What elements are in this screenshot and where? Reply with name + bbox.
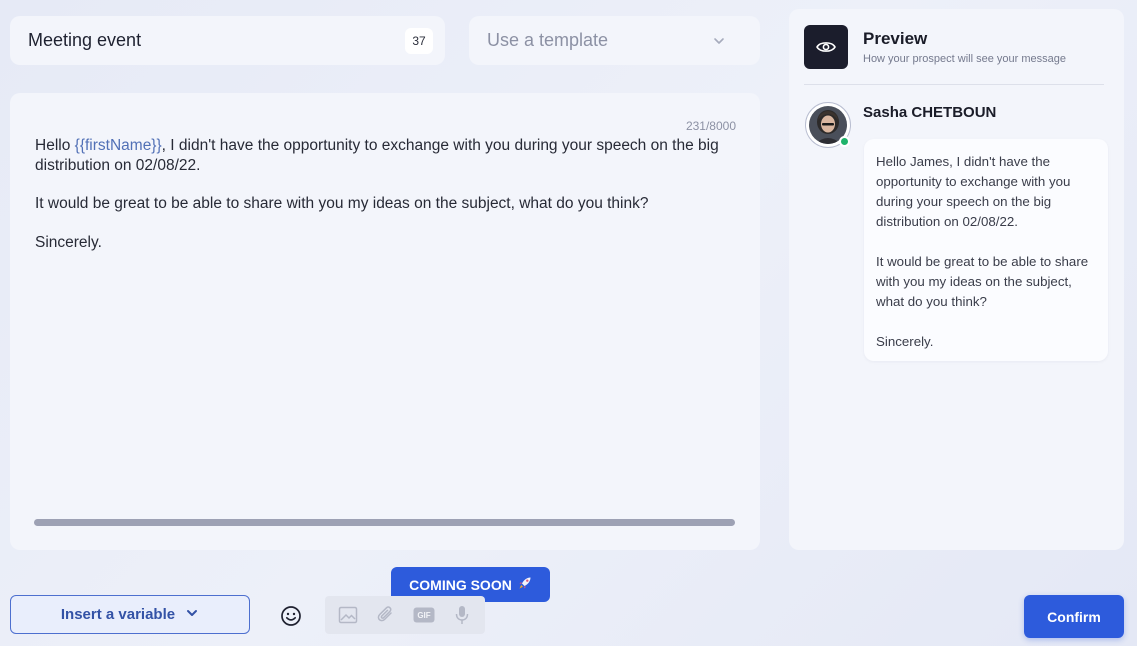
message-paragraph-3: Sincerely. (35, 233, 102, 251)
rocket-icon (518, 576, 532, 593)
insert-variable-button[interactable]: Insert a variable (10, 595, 250, 634)
title-field[interactable]: Meeting event 37 (10, 16, 445, 65)
microphone-icon (451, 604, 473, 626)
chevron-down-icon (712, 34, 726, 48)
gif-icon-label: GIF (417, 611, 431, 620)
eye-icon (804, 25, 848, 69)
confirm-button[interactable]: Confirm (1024, 595, 1124, 638)
gif-icon: GIF (413, 604, 435, 626)
template-select[interactable]: Use a template (469, 16, 760, 65)
message-text[interactable]: Hello {{firstName}}, I didn't have the o… (35, 136, 735, 271)
insert-variable-label: Insert a variable (60, 606, 176, 623)
paperclip-icon (375, 604, 397, 626)
disabled-media-toolbar: GIF (325, 596, 485, 634)
message-text-greeting: Hello (35, 137, 75, 154)
horizontal-scrollbar[interactable] (34, 519, 735, 526)
message-preview-bubble: Hello James, I didn't have the opportuni… (864, 139, 1108, 361)
preview-paragraph-3: Sincerely. (876, 334, 934, 349)
template-select-placeholder: Use a template (487, 30, 609, 50)
title-char-count: 37 (405, 27, 433, 54)
image-icon (337, 604, 359, 626)
online-status-indicator (839, 136, 850, 147)
sender-name: Sasha CHETBOUN (863, 104, 997, 121)
preview-title: Preview (863, 29, 928, 48)
preview-paragraph-1: Hello James, I didn't have the opportuni… (876, 154, 1071, 229)
chevron-down-icon (185, 606, 199, 624)
preview-divider (804, 84, 1104, 85)
preview-panel: Preview How your prospect will see your … (789, 9, 1124, 550)
message-paragraph-1: Hello {{firstName}}, I didn't have the o… (35, 136, 735, 175)
message-char-counter: 231/8000 (685, 119, 736, 133)
preview-paragraph-2: It would be great to be able to share wi… (876, 254, 1089, 309)
message-paragraph-2: It would be great to be able to share wi… (35, 195, 649, 212)
preview-subtitle: How your prospect will see your message (863, 53, 1066, 65)
title-input-value[interactable]: Meeting event (28, 30, 405, 51)
coming-soon-label: COMING SOON (409, 576, 512, 593)
smiley-icon[interactable] (279, 604, 303, 628)
message-editor[interactable]: 231/8000 Hello {{firstName}}, I didn't h… (10, 93, 760, 550)
variable-first-name[interactable]: {{firstName}} (75, 137, 162, 154)
